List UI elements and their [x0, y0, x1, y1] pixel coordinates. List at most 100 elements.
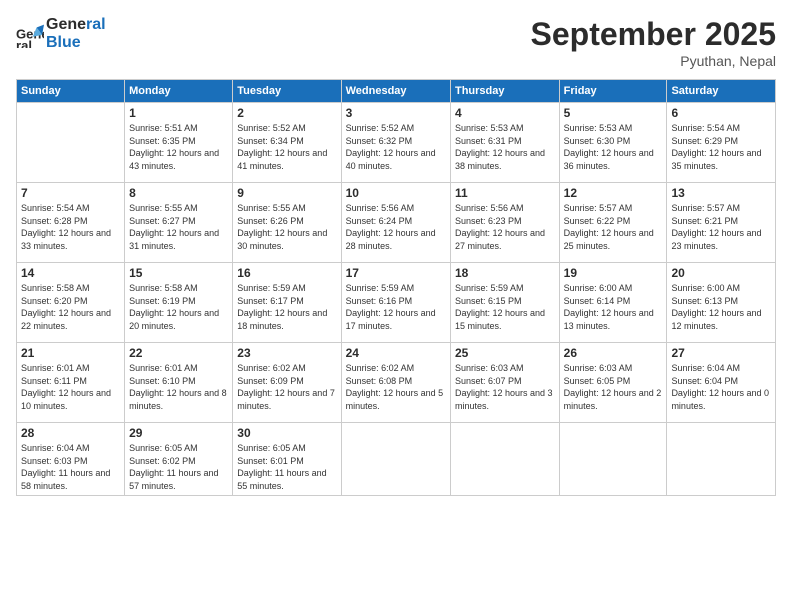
day-info: Sunrise: 6:05 AM Sunset: 6:02 PM Dayligh…: [129, 442, 228, 492]
calendar-cell: 8 Sunrise: 5:55 AM Sunset: 6:27 PM Daylig…: [125, 183, 233, 263]
week-row-1: 1 Sunrise: 5:51 AM Sunset: 6:35 PM Daylig…: [17, 103, 776, 183]
calendar-cell: 6 Sunrise: 5:54 AM Sunset: 6:29 PM Daylig…: [667, 103, 776, 183]
day-info: Sunrise: 6:03 AM Sunset: 6:05 PM Dayligh…: [564, 362, 663, 412]
month-title: September 2025: [531, 16, 776, 53]
calendar-cell: 14 Sunrise: 5:58 AM Sunset: 6:20 PM Dayli…: [17, 263, 125, 343]
calendar-cell: 13 Sunrise: 5:57 AM Sunset: 6:21 PM Dayli…: [667, 183, 776, 263]
calendar-cell: 2 Sunrise: 5:52 AM Sunset: 6:34 PM Daylig…: [233, 103, 341, 183]
calendar-cell: 25Sunrise: 6:03 AM Sunset: 6:07 PM Dayli…: [450, 343, 559, 423]
day-number: 8: [129, 186, 228, 200]
calendar-cell: 16Sunrise: 5:59 AM Sunset: 6:17 PM Dayli…: [233, 263, 341, 343]
day-number: 26: [564, 346, 663, 360]
col-wednesday: Wednesday: [341, 80, 450, 103]
day-number: 27: [671, 346, 771, 360]
day-info: Sunrise: 5:54 AM Sunset: 6:28 PM Dayligh…: [21, 202, 120, 252]
day-number: 21: [21, 346, 120, 360]
week-row-4: 21 Sunrise: 6:01 AM Sunset: 6:11 PM Dayli…: [17, 343, 776, 423]
day-number: 1: [129, 106, 228, 120]
calendar-cell: 24 Sunrise: 6:02 AM Sunset: 6:08 PM Dayli…: [341, 343, 450, 423]
day-number: 3: [346, 106, 446, 120]
day-info: Sunrise: 5:52 AM Sunset: 6:34 PM Dayligh…: [237, 122, 336, 172]
calendar-cell: 29 Sunrise: 6:05 AM Sunset: 6:02 PM Dayli…: [125, 423, 233, 496]
day-info: Sunrise: 5:55 AM Sunset: 6:26 PM Dayligh…: [237, 202, 336, 252]
day-number: 6: [671, 106, 771, 120]
logo-icon: Gene ral: [16, 20, 44, 48]
day-number: 2: [237, 106, 336, 120]
day-number: 29: [129, 426, 228, 440]
col-saturday: Saturday: [667, 80, 776, 103]
day-info: Sunrise: 5:54 AM Sunset: 6:29 PM Dayligh…: [671, 122, 771, 172]
calendar-cell: 11Sunrise: 5:56 AM Sunset: 6:23 PM Dayli…: [450, 183, 559, 263]
day-number: 25: [455, 346, 555, 360]
day-number: 13: [671, 186, 771, 200]
title-block: September 2025 Pyuthan, Nepal: [531, 16, 776, 69]
calendar-cell: 26 Sunrise: 6:03 AM Sunset: 6:05 PM Dayli…: [559, 343, 667, 423]
calendar-cell: 21 Sunrise: 6:01 AM Sunset: 6:11 PM Dayli…: [17, 343, 125, 423]
day-number: 4: [455, 106, 555, 120]
day-info: Sunrise: 6:00 AM Sunset: 6:13 PM Dayligh…: [671, 282, 771, 332]
calendar-cell: 1 Sunrise: 5:51 AM Sunset: 6:35 PM Daylig…: [125, 103, 233, 183]
calendar-cell: 12Sunrise: 5:57 AM Sunset: 6:22 PM Dayli…: [559, 183, 667, 263]
day-number: 22: [129, 346, 228, 360]
day-info: Sunrise: 6:01 AM Sunset: 6:11 PM Dayligh…: [21, 362, 120, 412]
calendar-cell: 15 Sunrise: 5:58 AM Sunset: 6:19 PM Dayli…: [125, 263, 233, 343]
calendar-cell: 22 Sunrise: 6:01 AM Sunset: 6:10 PM Dayli…: [125, 343, 233, 423]
calendar-cell: [667, 423, 776, 496]
calendar-cell: 30 Sunrise: 6:05 AM Sunset: 6:01 PM Dayli…: [233, 423, 341, 496]
col-sunday: Sunday: [17, 80, 125, 103]
day-info: Sunrise: 5:57 AM Sunset: 6:21 PM Dayligh…: [671, 202, 771, 252]
col-friday: Friday: [559, 80, 667, 103]
day-info: Sunrise: 5:52 AM Sunset: 6:32 PM Dayligh…: [346, 122, 446, 172]
calendar-cell: [559, 423, 667, 496]
day-number: 23: [237, 346, 336, 360]
day-number: 24: [346, 346, 446, 360]
day-info: Sunrise: 6:05 AM Sunset: 6:01 PM Dayligh…: [237, 442, 336, 492]
day-number: 16: [237, 266, 336, 280]
calendar-cell: 19Sunrise: 6:00 AM Sunset: 6:14 PM Dayli…: [559, 263, 667, 343]
calendar-cell: 9Sunrise: 5:55 AM Sunset: 6:26 PM Daylig…: [233, 183, 341, 263]
day-number: 7: [21, 186, 120, 200]
day-info: Sunrise: 6:00 AM Sunset: 6:14 PM Dayligh…: [564, 282, 663, 332]
day-info: Sunrise: 6:04 AM Sunset: 6:04 PM Dayligh…: [671, 362, 771, 412]
day-info: Sunrise: 5:53 AM Sunset: 6:30 PM Dayligh…: [564, 122, 663, 172]
day-info: Sunrise: 5:53 AM Sunset: 6:31 PM Dayligh…: [455, 122, 555, 172]
logo: Gene ral General Blue: [16, 16, 106, 51]
calendar-cell: 28Sunrise: 6:04 AM Sunset: 6:03 PM Dayli…: [17, 423, 125, 496]
day-info: Sunrise: 5:59 AM Sunset: 6:15 PM Dayligh…: [455, 282, 555, 332]
day-number: 14: [21, 266, 120, 280]
calendar-cell: 4 Sunrise: 5:53 AM Sunset: 6:31 PM Daylig…: [450, 103, 559, 183]
week-row-3: 14 Sunrise: 5:58 AM Sunset: 6:20 PM Dayli…: [17, 263, 776, 343]
day-number: 30: [237, 426, 336, 440]
calendar-cell: 18 Sunrise: 5:59 AM Sunset: 6:15 PM Dayli…: [450, 263, 559, 343]
day-info: Sunrise: 6:04 AM Sunset: 6:03 PM Dayligh…: [21, 442, 120, 492]
day-info: Sunrise: 5:56 AM Sunset: 6:24 PM Dayligh…: [346, 202, 446, 252]
day-number: 15: [129, 266, 228, 280]
calendar-cell: [341, 423, 450, 496]
day-info: Sunrise: 6:02 AM Sunset: 6:08 PM Dayligh…: [346, 362, 446, 412]
calendar-cell: 10 Sunrise: 5:56 AM Sunset: 6:24 PM Dayli…: [341, 183, 450, 263]
svg-text:ral: ral: [16, 37, 32, 47]
calendar-cell: 3 Sunrise: 5:52 AM Sunset: 6:32 PM Daylig…: [341, 103, 450, 183]
calendar-table: Sunday Monday Tuesday Wednesday Thursday…: [16, 79, 776, 496]
day-info: Sunrise: 5:58 AM Sunset: 6:20 PM Dayligh…: [21, 282, 120, 332]
logo-line2: Blue: [46, 34, 106, 52]
day-info: Sunrise: 5:58 AM Sunset: 6:19 PM Dayligh…: [129, 282, 228, 332]
calendar-cell: [17, 103, 125, 183]
location-subtitle: Pyuthan, Nepal: [531, 53, 776, 69]
day-number: 12: [564, 186, 663, 200]
day-number: 10: [346, 186, 446, 200]
day-number: 11: [455, 186, 555, 200]
page-header: Gene ral General Blue September 2025 Pyu…: [16, 16, 776, 69]
calendar-cell: 17Sunrise: 5:59 AM Sunset: 6:16 PM Dayli…: [341, 263, 450, 343]
col-tuesday: Tuesday: [233, 80, 341, 103]
day-info: Sunrise: 6:01 AM Sunset: 6:10 PM Dayligh…: [129, 362, 228, 412]
calendar-cell: 27 Sunrise: 6:04 AM Sunset: 6:04 PM Dayli…: [667, 343, 776, 423]
day-info: Sunrise: 5:59 AM Sunset: 6:16 PM Dayligh…: [346, 282, 446, 332]
day-info: Sunrise: 5:51 AM Sunset: 6:35 PM Dayligh…: [129, 122, 228, 172]
day-info: Sunrise: 5:55 AM Sunset: 6:27 PM Dayligh…: [129, 202, 228, 252]
day-number: 5: [564, 106, 663, 120]
day-number: 18: [455, 266, 555, 280]
calendar-cell: 5 Sunrise: 5:53 AM Sunset: 6:30 PM Daylig…: [559, 103, 667, 183]
calendar-header-row: Sunday Monday Tuesday Wednesday Thursday…: [17, 80, 776, 103]
calendar-cell: 7 Sunrise: 5:54 AM Sunset: 6:28 PM Daylig…: [17, 183, 125, 263]
